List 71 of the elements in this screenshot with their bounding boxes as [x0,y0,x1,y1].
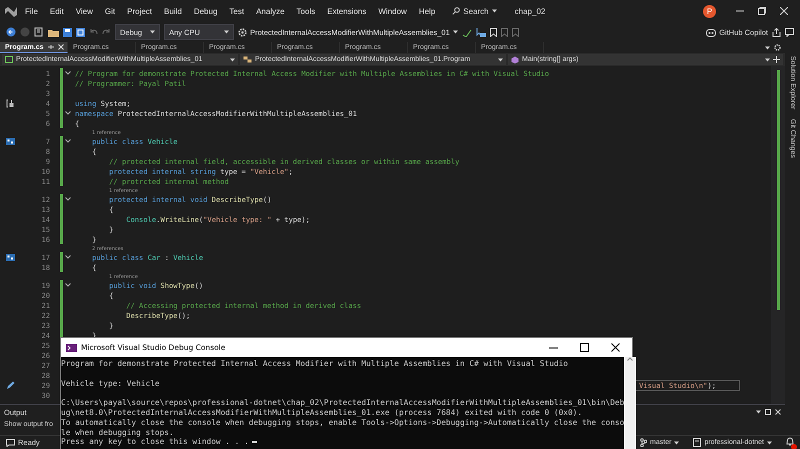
inheritance-icon [6,254,14,260]
inheritance-icon [6,138,14,144]
caret-icon [765,46,770,50]
notifications-bell-icon[interactable] [786,437,794,448]
caret-icon [765,58,770,62]
bookmark-icon[interactable] [490,28,497,36]
scrollbar[interactable] [771,66,785,404]
caret-icon [756,410,761,414]
visual-studio-logo-icon [4,5,18,17]
avatar[interactable]: P [703,4,716,18]
caret-icon [224,30,230,34]
restore-icon[interactable] [758,7,766,15]
class-icon [243,56,252,63]
console-app-icon [66,344,77,352]
redo-icon[interactable] [102,28,111,36]
caret-icon [492,9,497,13]
save-all-icon[interactable] [76,28,85,36]
menu-item[interactable]: View [70,4,98,18]
menu-item[interactable]: Git [100,4,120,18]
text-cursor [252,441,257,444]
gear-icon [238,28,248,36]
collapse-chevron-icon[interactable] [65,111,71,115]
close-icon [58,44,64,50]
solution-name: chap_02 [514,6,546,16]
collapse-chevron-icon[interactable] [65,71,71,75]
caret-icon [498,58,503,62]
scrollbar[interactable] [624,357,636,449]
message-icon [6,438,15,446]
save-icon[interactable] [63,28,72,36]
method-icon [511,56,519,64]
branch-icon [640,438,648,447]
folder-icon[interactable] [48,28,59,36]
caret-icon [452,30,458,34]
menu-item[interactable]: Project [122,4,158,18]
undo-icon[interactable] [89,28,98,36]
close-icon[interactable] [611,343,620,352]
share-icon[interactable] [772,28,781,36]
search-button[interactable]: Search [448,4,501,18]
search-icon [452,7,460,15]
copilot-icon [706,28,716,36]
scroll-up-icon [627,357,634,361]
repository-icon [693,438,702,447]
scope-icon [6,98,14,108]
caret-icon [674,440,680,444]
menu-item[interactable]: Build [159,4,187,18]
menu-item[interactable]: Tools [292,4,320,18]
collapse-chevron-icon[interactable] [65,139,71,143]
collapse-chevron-icon[interactable] [65,197,71,201]
menu-item[interactable]: Edit [44,4,69,18]
menu-item[interactable]: Debug [188,4,222,18]
menu-item[interactable]: Extensions [322,4,372,18]
back-icon[interactable] [6,27,16,37]
menu-item[interactable]: Help [414,4,440,18]
caret-icon [150,30,156,34]
menu-item[interactable]: File [20,4,43,18]
menu-item[interactable]: Window [373,4,412,18]
bell-icon [786,437,794,446]
collapse-chevron-icon[interactable] [65,283,71,287]
settings-icon[interactable] [774,44,781,51]
caret-icon [767,440,772,444]
pencil-icon [6,380,14,390]
feedback-icon[interactable] [785,28,794,36]
new-item-icon[interactable] [34,27,44,37]
bookmark-next-icon[interactable] [512,28,519,36]
collapse-chevron-icon[interactable] [65,255,71,259]
caret-icon [230,58,235,62]
project-icon [5,56,13,63]
menu-item[interactable]: Analyze [251,4,290,18]
spell-check-icon[interactable] [462,28,472,36]
maximize-icon[interactable] [580,343,589,352]
menu-item[interactable]: Test [224,4,250,18]
